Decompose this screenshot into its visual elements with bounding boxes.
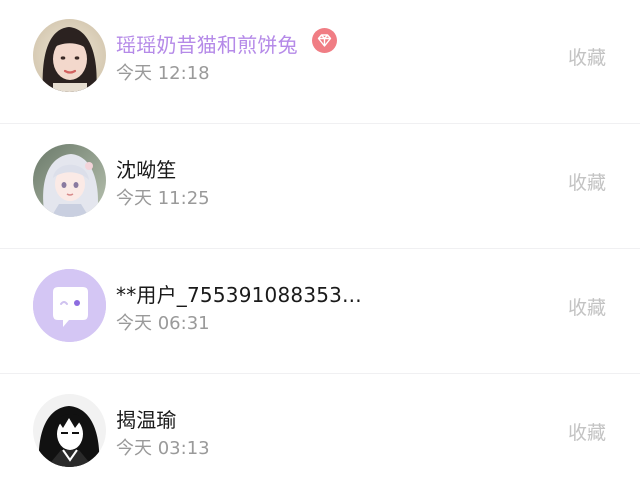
visit-time: 今天 06:31: [116, 313, 210, 334]
favorite-button[interactable]: 收藏: [568, 418, 606, 445]
list-item[interactable]: 瑶瑶奶昔猫和煎饼兔 今天 12:18 收藏: [0, 0, 640, 124]
avatar[interactable]: [33, 394, 106, 467]
favorite-button[interactable]: 收藏: [568, 168, 606, 195]
avatar[interactable]: [33, 144, 106, 217]
visit-time: 今天 12:18: [116, 63, 210, 84]
user-name[interactable]: 沈呦笙: [116, 154, 177, 183]
list-item[interactable]: 揭温瑜 今天 03:13 收藏: [0, 374, 640, 499]
chat-bubble-icon: [33, 269, 106, 342]
list-item[interactable]: 沈呦笙 今天 11:25 收藏: [0, 124, 640, 249]
user-name[interactable]: 揭温瑜: [116, 404, 177, 433]
favorite-button[interactable]: 收藏: [568, 293, 606, 320]
avatar-monochrome-art: [33, 394, 106, 467]
user-name[interactable]: 瑶瑶奶昔猫和煎饼兔: [116, 29, 298, 58]
visit-time: 今天 03:13: [116, 438, 210, 459]
diamond-icon: [312, 28, 337, 53]
favorite-button[interactable]: 收藏: [568, 43, 606, 70]
avatar[interactable]: [33, 19, 106, 92]
visitor-list: 瑶瑶奶昔猫和煎饼兔 今天 12:18 收藏 沈呦笙 今天 11:25 收藏 **…: [0, 0, 640, 499]
avatar[interactable]: [33, 269, 106, 342]
avatar-anime-girl: [33, 144, 106, 217]
visit-time: 今天 11:25: [116, 188, 210, 209]
avatar-photo-girl: [33, 19, 106, 92]
user-name[interactable]: **用户_755391088353...: [116, 279, 362, 308]
list-item[interactable]: **用户_755391088353... 今天 06:31 收藏: [0, 249, 640, 374]
